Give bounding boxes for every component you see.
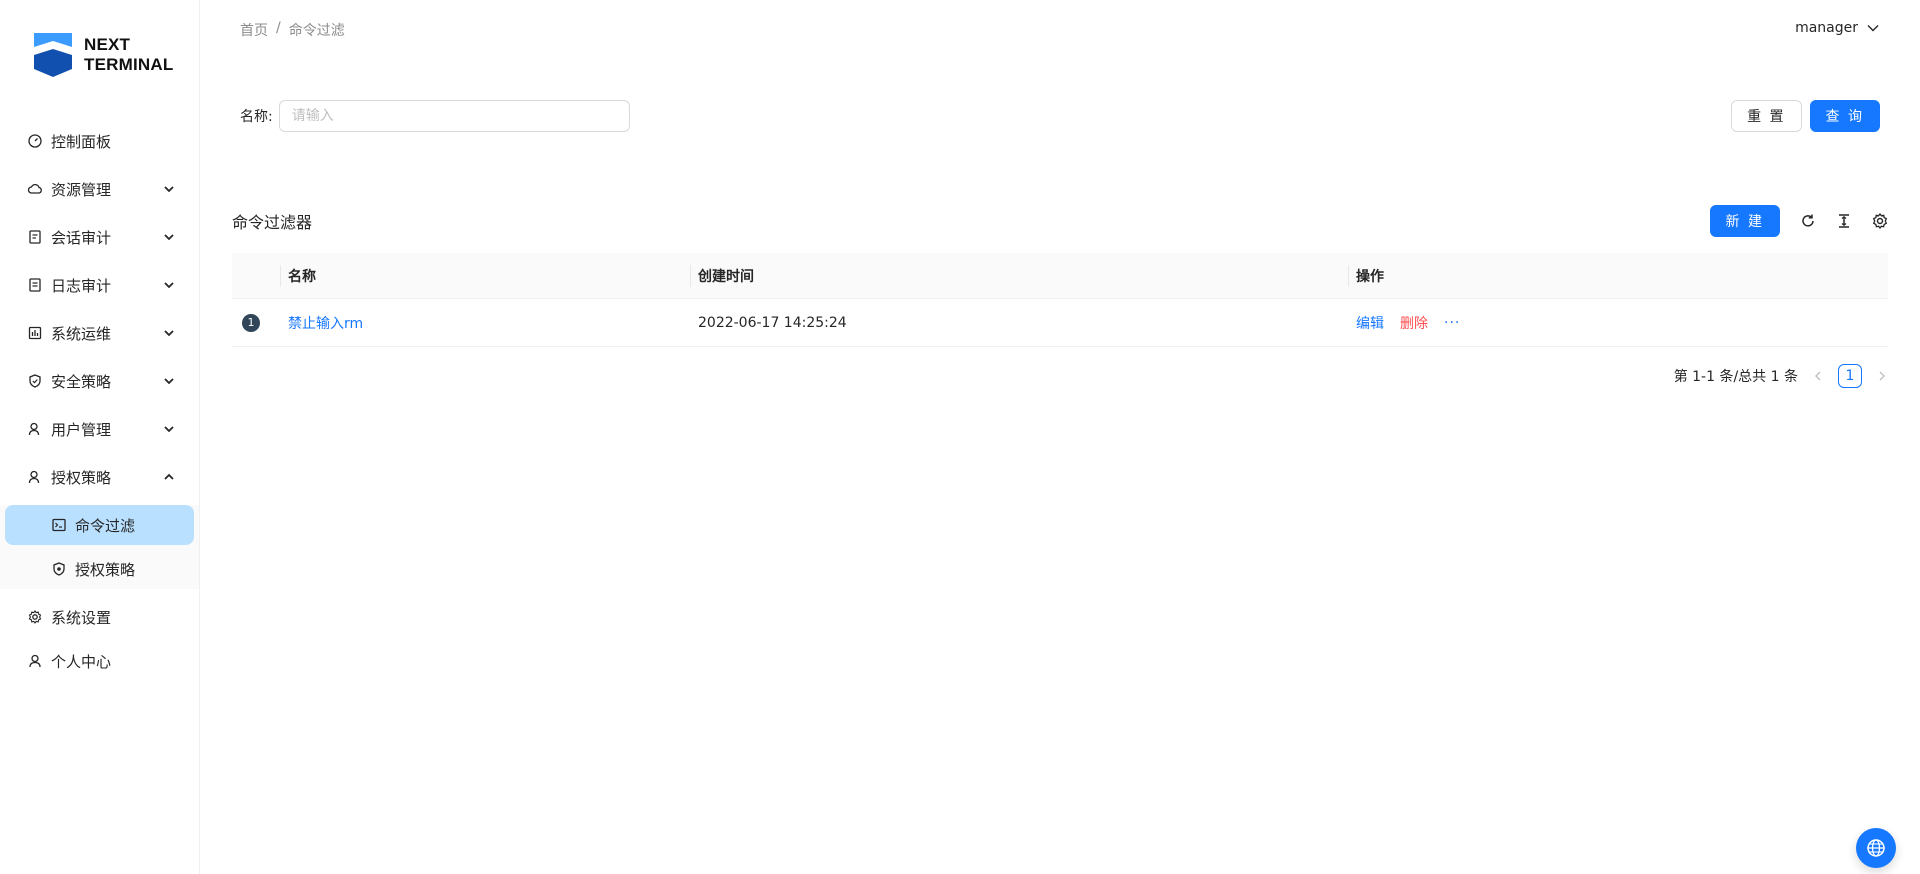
search-actions: 重 置 查 询	[1731, 100, 1880, 132]
table-title: 命令过滤器	[232, 213, 313, 232]
ops-icon	[28, 326, 42, 340]
pagination: 第 1-1 条/总共 1 条 1	[1674, 364, 1888, 388]
sidebar-item-label: 系统运维	[51, 324, 112, 343]
sidebar-item-label: 安全策略	[51, 372, 112, 391]
sidebar-item-security[interactable]: 安全策略	[0, 357, 199, 405]
row-created: 2022-06-17 14:25:24	[698, 314, 847, 331]
logo-line2: TERMINAL	[84, 55, 174, 74]
command-filter-table: 名称 创建时间 操作 1 禁止输入rm 2022-06-17 14:25:24 …	[232, 253, 1888, 347]
logo-line1: NEXT	[84, 35, 131, 54]
breadcrumb-home[interactable]: 首页	[240, 20, 268, 40]
gear-icon	[28, 610, 42, 624]
row-index-badge: 1	[242, 313, 260, 332]
chevron-down-icon	[164, 282, 174, 289]
sidebar-item-label: 资源管理	[51, 180, 112, 199]
table-toolbar: 命令过滤器 新 建	[232, 205, 1888, 237]
logo-text: NEXT TERMINAL	[84, 35, 173, 75]
row-actions: 编辑 删除 ···	[1356, 313, 1888, 333]
username: manager	[1795, 20, 1858, 36]
row-name-link[interactable]: 禁止输入rm	[288, 316, 363, 332]
more-actions-icon[interactable]: ···	[1444, 315, 1460, 331]
sidebar-item-profile[interactable]: 个人中心	[0, 641, 199, 681]
breadcrumb: 首页 / 命令过滤	[240, 20, 345, 40]
settings-icon[interactable]	[1872, 213, 1888, 229]
refresh-icon[interactable]	[1800, 213, 1816, 229]
chevron-down-icon	[164, 330, 174, 337]
chevron-down-icon	[164, 186, 174, 193]
breadcrumb-current: 命令过滤	[288, 23, 345, 39]
chevron-down-icon	[164, 426, 174, 433]
sidebar-item-label: 命令过滤	[75, 516, 136, 535]
row-name-cell: 禁止输入rm	[288, 313, 698, 333]
log-icon	[29, 278, 41, 292]
sidebar-item-label: 授权策略	[51, 468, 112, 487]
sidebar-item-label: 用户管理	[51, 420, 112, 439]
sidebar-item-label: 会话审计	[51, 228, 112, 247]
chevron-down-icon	[164, 234, 174, 241]
col-name-header: 名称	[288, 266, 698, 286]
table-row: 1 禁止输入rm 2022-06-17 14:25:24 编辑 删除 ···	[232, 299, 1888, 347]
sidebar-submenu: 命令过滤 授权策略	[0, 505, 199, 589]
sidebar-item-log-audit[interactable]: 日志审计	[0, 261, 199, 309]
user-icon	[28, 422, 40, 436]
chevron-left-icon[interactable]	[1812, 370, 1824, 382]
logo[interactable]: NEXT TERMINAL	[32, 31, 173, 79]
col-ops-header: 操作	[1356, 266, 1888, 286]
search-label: 名称:	[240, 109, 273, 125]
sidebar-item-label: 控制面板	[51, 132, 112, 151]
sidebar-item-authorization[interactable]: 授权策略	[0, 453, 199, 501]
shield-icon	[53, 562, 65, 576]
language-button[interactable]	[1856, 828, 1896, 868]
logo-icon	[34, 33, 72, 77]
search-input[interactable]	[278, 100, 630, 132]
sidebar-item-label: 授权策略	[75, 560, 136, 579]
toolbar-actions: 新 建	[1709, 205, 1888, 237]
sidebar-item-label: 个人中心	[51, 652, 112, 671]
sidebar-item-resources[interactable]: 资源管理	[0, 165, 199, 213]
delete-link[interactable]: 删除	[1400, 313, 1428, 333]
terminal-icon	[52, 518, 66, 532]
pagination-summary: 第 1-1 条/总共 1 条	[1673, 369, 1798, 385]
cloud-icon	[28, 183, 42, 194]
dashboard-icon	[28, 134, 42, 148]
sidebar-item-session-audit[interactable]: 会话审计	[0, 213, 199, 261]
sidebar-item-ops[interactable]: 系统运维	[0, 309, 199, 357]
sidebar: NEXT TERMINAL 控制面板 资源管理 会话审计 日志审计 系统运维 安…	[0, 0, 200, 874]
chevron-up-icon	[164, 473, 174, 480]
user-menu[interactable]: manager	[1795, 20, 1880, 36]
query-button[interactable]: 查 询	[1809, 100, 1880, 132]
sidebar-item-label: 日志审计	[51, 276, 112, 295]
shield-icon	[29, 374, 41, 388]
sidebar-item-dashboard[interactable]: 控制面板	[0, 117, 199, 165]
sidebar-item-users[interactable]: 用户管理	[0, 405, 199, 453]
audit-icon	[29, 230, 41, 244]
chevron-down-icon	[164, 378, 174, 385]
search-form: 名称:	[240, 100, 630, 132]
user-icon	[28, 470, 40, 484]
sidebar-item-command-filter[interactable]: 命令过滤	[5, 505, 194, 545]
sidebar-item-settings[interactable]: 系统设置	[0, 593, 199, 641]
density-icon[interactable]	[1836, 213, 1852, 229]
table-header: 名称 创建时间 操作	[232, 253, 1888, 299]
sidebar-item-label: 系统设置	[51, 608, 112, 627]
edit-link[interactable]: 编辑	[1356, 313, 1384, 333]
row-index-cell: 1	[232, 313, 288, 332]
new-button[interactable]: 新 建	[1709, 205, 1780, 237]
sidebar-item-auth-policy[interactable]: 授权策略	[5, 549, 194, 589]
submenu-list: 命令过滤 授权策略	[0, 505, 199, 589]
chevron-down-icon	[1867, 25, 1879, 32]
main-content: 首页 / 命令过滤 manager 名称: 重 置 查 询 命令过滤器 新 建	[200, 0, 1920, 874]
page-number[interactable]: 1	[1838, 364, 1862, 388]
breadcrumb-separator: /	[276, 20, 281, 36]
user-icon	[29, 654, 41, 668]
col-created-header: 创建时间	[698, 266, 1356, 286]
globe-icon	[1867, 839, 1885, 857]
reset-button[interactable]: 重 置	[1731, 100, 1802, 132]
chevron-right-icon[interactable]	[1876, 370, 1888, 382]
sidebar-menu: 控制面板 资源管理 会话审计 日志审计 系统运维 安全策略 用户管理 授权策略 …	[0, 117, 199, 681]
